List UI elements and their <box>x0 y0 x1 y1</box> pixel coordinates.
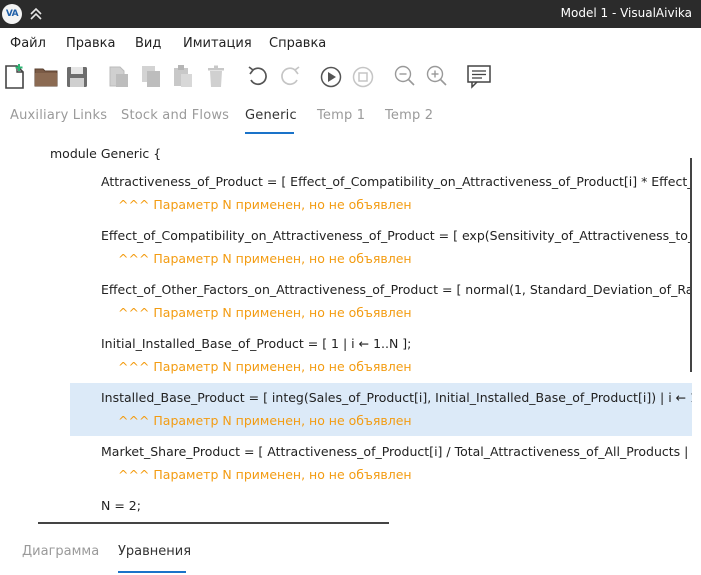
equation-line[interactable]: N = 2; <box>101 498 141 513</box>
duplicate-icon[interactable] <box>138 62 164 90</box>
tab-auxiliary-links[interactable]: Auxiliary Links <box>10 108 107 123</box>
equation-line[interactable]: Installed_Base_Product = [ integ(Sales_o… <box>101 390 692 405</box>
open-folder-icon[interactable] <box>33 62 59 90</box>
toolbar <box>0 60 701 94</box>
menu-edit[interactable]: Правка <box>66 36 115 51</box>
copy-doc-icon[interactable] <box>106 62 132 90</box>
equation-line[interactable]: Effect_of_Other_Factors_on_Attractivenes… <box>101 282 692 297</box>
menu-help[interactable]: Справка <box>269 36 326 51</box>
stop-icon[interactable] <box>350 62 376 90</box>
warning-message: ^^^ Параметр N применен, но не объявлен <box>118 467 412 482</box>
tab-temp-2[interactable]: Temp 2 <box>385 108 433 123</box>
tab-equations[interactable]: Уравнения <box>118 544 191 559</box>
menu-simulation[interactable]: Имитация <box>183 36 252 51</box>
menu-view[interactable]: Вид <box>135 36 161 51</box>
tab-stock-and-flows[interactable]: Stock and Flows <box>121 108 229 123</box>
save-icon[interactable] <box>64 62 90 90</box>
horizontal-scrollbar[interactable] <box>38 522 389 524</box>
active-view-tab-indicator <box>118 571 186 573</box>
module-header: module Generic { <box>50 146 162 161</box>
redo-icon[interactable] <box>277 62 303 90</box>
menu-bar: Файл Правка Вид Имитация Справка <box>0 30 701 56</box>
trash-icon[interactable] <box>203 62 229 90</box>
comment-icon[interactable] <box>466 62 492 90</box>
warning-message: ^^^ Параметр N применен, но не объявлен <box>118 413 412 428</box>
menu-file[interactable]: Файл <box>10 36 46 51</box>
model-tabs: Auxiliary Links Stock and Flows Generic … <box>0 100 701 136</box>
tab-diagram[interactable]: Диаграмма <box>22 544 99 559</box>
equation-line[interactable]: Attractiveness_of_Product = [ Effect_of_… <box>101 174 692 189</box>
warning-message: ^^^ Параметр N применен, но не объявлен <box>118 251 412 266</box>
chevron-up-icon[interactable] <box>28 6 44 22</box>
warning-message: ^^^ Параметр N применен, но не объявлен <box>118 305 412 320</box>
vertical-scrollbar[interactable] <box>690 158 692 372</box>
active-tab-indicator <box>245 132 294 134</box>
paste-icon[interactable] <box>170 62 196 90</box>
equation-line[interactable]: Initial_Installed_Base_of_Product = [ 1 … <box>101 336 411 351</box>
equation-line[interactable]: Effect_of_Compatibility_on_Attractivenes… <box>101 228 692 243</box>
title-bar: VA Model 1 - VisualAivika <box>0 0 701 28</box>
zoom-in-icon[interactable] <box>424 62 450 90</box>
new-file-icon[interactable] <box>2 62 28 90</box>
app-logo-icon: VA <box>2 4 22 24</box>
tab-temp-1[interactable]: Temp 1 <box>317 108 365 123</box>
warning-message: ^^^ Параметр N применен, но не объявлен <box>118 359 412 374</box>
zoom-out-icon[interactable] <box>392 62 418 90</box>
equation-line[interactable]: Market_Share_Product = [ Attractiveness_… <box>101 444 692 459</box>
play-icon[interactable] <box>318 62 344 90</box>
tab-generic[interactable]: Generic <box>245 108 297 123</box>
warning-message: ^^^ Параметр N применен, но не объявлен <box>118 197 412 212</box>
window-title: Model 1 - VisualAivika <box>560 6 692 20</box>
view-tabs: Диаграмма Уравнения <box>0 536 701 575</box>
undo-icon[interactable] <box>245 62 271 90</box>
